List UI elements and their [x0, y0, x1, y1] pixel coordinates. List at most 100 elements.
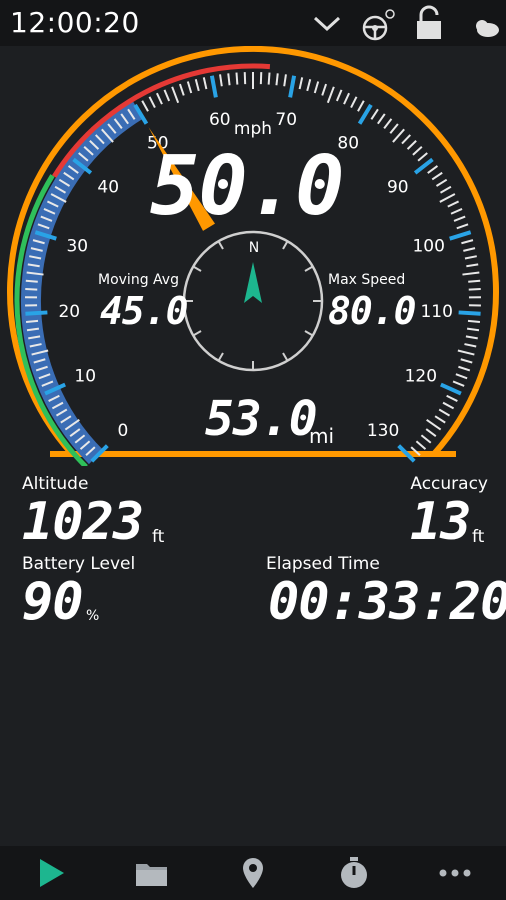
- more-icon[interactable]: [438, 868, 472, 878]
- gauge-tick: [462, 271, 480, 276]
- gauge-tick: [449, 230, 472, 241]
- folder-button[interactable]: [101, 846, 202, 900]
- gauge-tick: [343, 92, 350, 105]
- gauge-tick: [267, 72, 271, 85]
- play-icon[interactable]: [36, 857, 66, 889]
- gauge-scale-label: 10: [74, 367, 96, 387]
- altitude-label: Altitude: [22, 474, 89, 494]
- gauge-tick: [389, 123, 399, 134]
- gauge-tick: [25, 319, 39, 324]
- gauge-tick: [460, 358, 473, 364]
- gauge-tick: [457, 349, 475, 356]
- gauge-tick: [202, 77, 208, 90]
- max-speed-label: Max Speed: [328, 272, 406, 288]
- gauge-tick: [456, 223, 469, 230]
- gauge-scale-label: 90: [387, 178, 409, 198]
- gauge-tick: [426, 419, 442, 431]
- gauge-tick: [446, 394, 458, 402]
- battery-value: 90: [22, 572, 84, 632]
- elapsed-time-value: 00:33:20: [268, 572, 506, 632]
- gauge-scale-label: 100: [412, 236, 444, 256]
- gauge-tick: [321, 83, 328, 96]
- altitude-unit: ft: [152, 527, 165, 547]
- gauge-tick: [383, 118, 393, 129]
- gauge-tick: [25, 279, 38, 283]
- elapsed-time-label: Elapsed Time: [266, 554, 380, 574]
- gauge-tick: [25, 287, 38, 291]
- gauge-tick: [370, 108, 379, 120]
- gauge-scale-label: 60: [209, 110, 231, 130]
- more-button[interactable]: [404, 846, 505, 900]
- gauge-scale-label: 0: [117, 421, 128, 441]
- gauge-tick: [350, 96, 358, 108]
- gauge-tick: [298, 77, 304, 90]
- accuracy-value: 13: [410, 492, 472, 552]
- status-bar: 12:00:20: [0, 0, 506, 46]
- gauge-tick: [283, 74, 287, 87]
- gauge-tick: [450, 208, 463, 215]
- stopwatch-button[interactable]: [303, 846, 404, 900]
- gauge-tick: [306, 79, 312, 92]
- battery-label: Battery Level: [22, 554, 136, 574]
- gauge-tick: [431, 171, 443, 181]
- bottom-nav: [0, 846, 506, 900]
- current-speed: 50.0: [150, 139, 344, 234]
- distance-value: 53.0: [205, 391, 318, 447]
- stopwatch-icon[interactable]: [337, 856, 371, 890]
- play-button[interactable]: [0, 846, 101, 900]
- gauge-tick: [275, 73, 279, 86]
- gauge-tick: [288, 75, 297, 98]
- gauge-tick: [425, 428, 437, 438]
- gauge-tick: [194, 79, 200, 92]
- gauge-scale-label: 120: [405, 367, 437, 387]
- gauge-tick: [219, 74, 223, 87]
- gauge-tick: [427, 165, 439, 174]
- max-speed-value: 80.0: [328, 289, 417, 333]
- chevron-down-icon[interactable]: [312, 14, 342, 34]
- gauge-tick: [357, 103, 373, 125]
- gauge-tick: [452, 380, 465, 387]
- weather-icon[interactable]: [462, 8, 502, 40]
- compass-north-label: N: [249, 240, 259, 256]
- gauge-tick: [377, 113, 386, 125]
- gauge-tick: [447, 200, 460, 208]
- gauge-tick: [25, 310, 48, 316]
- gauge-tick: [357, 100, 365, 112]
- gauge-scale-label: 70: [275, 110, 297, 130]
- accuracy-label: Accuracy: [410, 474, 488, 494]
- gauge-tick: [412, 146, 423, 156]
- gauge-tick: [186, 81, 193, 94]
- distance-unit: mi: [309, 424, 335, 448]
- gauge-tick: [464, 255, 477, 260]
- moving-avg-value: 45.0: [100, 289, 189, 333]
- gauge-tick: [171, 86, 180, 104]
- gauge-tick: [463, 247, 476, 252]
- gauge-tick: [455, 373, 468, 380]
- gauge-tick: [392, 128, 405, 143]
- location-button[interactable]: [202, 846, 303, 900]
- steering-wheel-icon[interactable]: [360, 8, 396, 42]
- gauge-tick: [434, 415, 446, 424]
- gauge-tick: [313, 81, 320, 94]
- gauge-tick: [461, 239, 474, 245]
- gauge-tick: [335, 89, 343, 102]
- gauge-tick: [440, 382, 462, 396]
- gauge-tick: [209, 75, 218, 98]
- gauge-scale-label: 30: [66, 236, 88, 256]
- gauge-tick: [464, 343, 477, 348]
- gauge-tick: [466, 327, 480, 332]
- gauge-tick: [148, 96, 156, 108]
- gauge-tick: [178, 83, 185, 96]
- gauge-tick: [235, 72, 239, 85]
- folder-icon[interactable]: [134, 858, 170, 888]
- location-pin-icon[interactable]: [240, 856, 266, 890]
- gauge-tick: [156, 92, 163, 105]
- gauge-tick: [453, 215, 466, 222]
- gauge-tick: [467, 319, 481, 324]
- altitude-value: 1023: [22, 492, 144, 552]
- gauge-tick: [415, 440, 427, 450]
- gauge-tick: [439, 185, 452, 194]
- gauge-tick: [438, 408, 451, 417]
- gauge-scale-label: 130: [367, 421, 399, 441]
- lock-icon[interactable]: [414, 5, 444, 41]
